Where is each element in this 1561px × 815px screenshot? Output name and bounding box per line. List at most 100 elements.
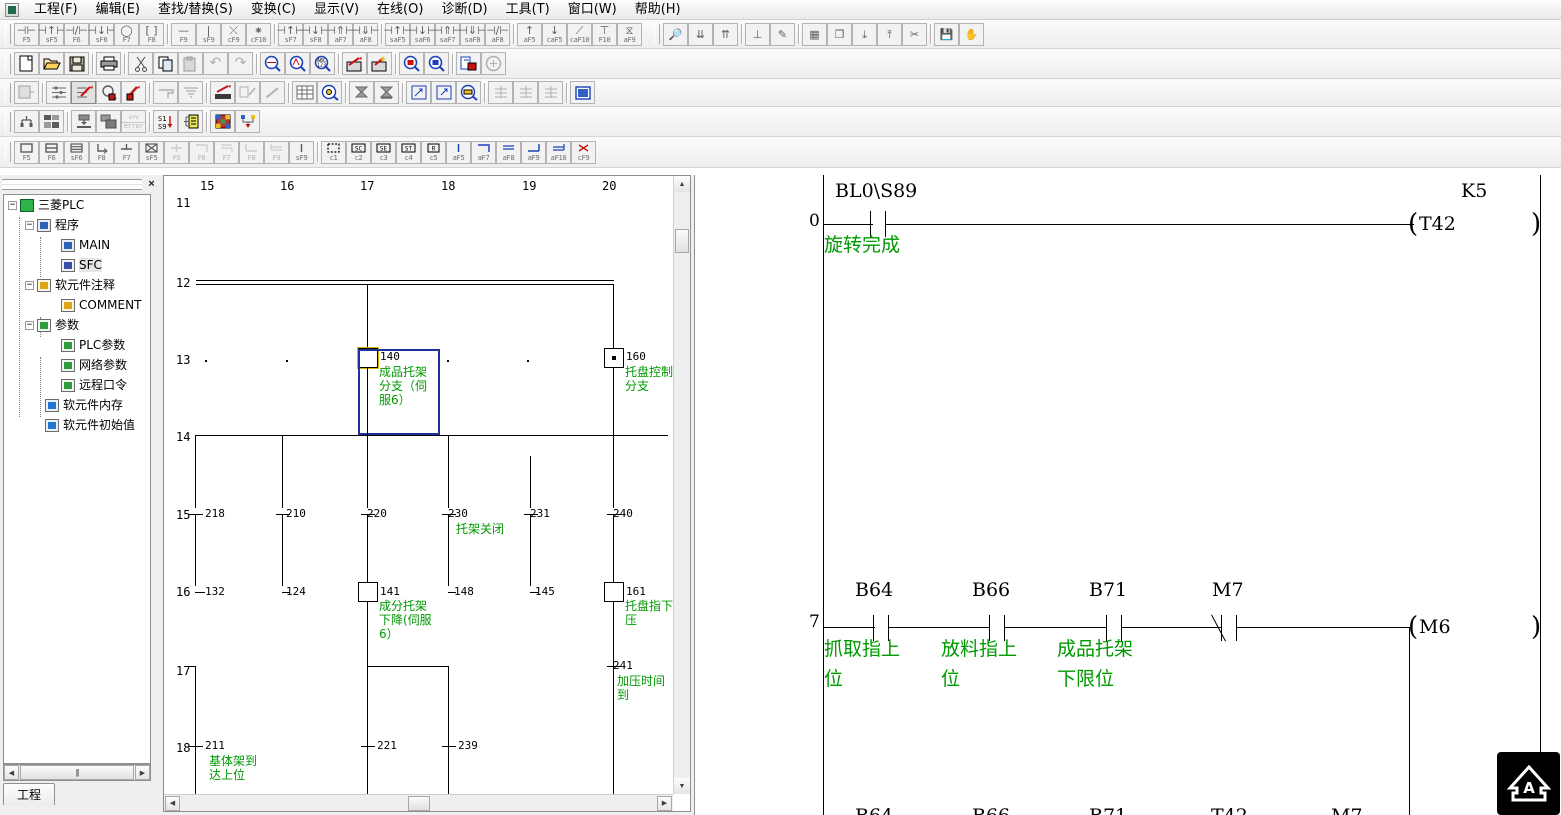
sfc-dummy-step-button[interactable]: sF6 [64,140,89,164]
sfc-step-box[interactable] [604,582,624,602]
convert-all-button[interactable] [367,52,392,75]
sfc-parallel-convergence-button[interactable]: F8 [239,140,264,164]
sfc-selective-convergence-button[interactable]: F6 [189,140,214,164]
scroll-thumb[interactable] [407,795,430,811]
tree-node-main[interactable]: MAIN [4,235,150,255]
merge-data-button[interactable] [481,52,506,75]
vertical-line-button[interactable]: | sF9 [196,22,221,46]
zoom-out-button[interactable] [399,52,424,75]
toolbar-grip[interactable] [5,24,11,44]
open-window-button[interactable] [431,81,456,104]
sort-mid-button[interactable] [513,81,538,104]
expander-icon[interactable]: − [25,320,34,330]
sfc-delete-line-button[interactable]: cF9 [571,140,596,164]
sfc-vscrollbar[interactable]: ▲ ▼ [673,176,690,794]
expander-icon[interactable]: − [25,280,34,290]
list-display-button[interactable] [178,81,203,104]
toolbar-grip[interactable] [5,142,11,162]
comment-display-button[interactable] [210,81,235,104]
expander-icon[interactable]: − [8,200,17,210]
toolbar-grip[interactable] [5,111,11,132]
sfc-vline-button[interactable]: aF5 [446,140,471,164]
contact-no-button[interactable]: ⊣⊢ F5 [14,22,39,46]
sort-down-button[interactable] [538,81,563,104]
sfc-canvas[interactable]: 15 16 17 18 19 20 11 12 13 14 15 16 17 1… [164,176,673,794]
menu-help[interactable]: 帮助(H) [626,0,690,19]
paste-button[interactable] [178,52,203,75]
menu-edit[interactable]: 编辑(E) [87,0,149,19]
scroll-up-arrow-icon[interactable]: ▲ [674,176,690,192]
tree-node-sfc[interactable]: SFC [4,255,150,275]
menu-view[interactable]: 显示(V) [305,0,368,19]
sfc-initial-step-button[interactable]: F6 [39,140,64,164]
close-icon[interactable]: × [145,178,158,191]
copy-button[interactable] [153,52,178,75]
redo-button[interactable]: ↷ [228,52,253,75]
sfc-parallel-divergence-button[interactable]: F7 [214,140,239,164]
scroll-right-arrow-icon[interactable]: ▶ [135,765,150,780]
expander-icon[interactable]: − [25,220,34,230]
write-to-plc-button[interactable]: ⤓ [852,22,877,46]
operation-result-invert-rise-button[interactable]: ⊣⇑⊢ saF7 [433,22,462,46]
hand-tool-button[interactable]: ✋ [959,22,984,46]
delete-horizontal-line-button[interactable]: ⤬ cF9 [221,22,246,46]
menu-convert[interactable]: 变换(C) [242,0,305,19]
expand-button[interactable] [374,81,399,104]
sfc-step-box[interactable] [604,348,624,368]
toolbar-grip[interactable] [654,24,660,44]
monitor-write-button[interactable] [121,81,146,104]
scroll-down-arrow-icon[interactable]: ▼ [674,778,690,794]
find-text-button[interactable]: ABC 123 [310,52,335,75]
open-project-button[interactable] [39,52,64,75]
menu-project[interactable]: 工程(F) [25,0,87,19]
new-project-button[interactable] [14,52,39,75]
tree-node-remote-password[interactable]: 远程口令 [4,375,150,395]
instruction-button[interactable]: [ ] F8 [139,22,164,46]
project-tree[interactable]: − 三菱PLC − 程序 MAIN SFC − 软元件注释 COMMENT − … [3,194,151,764]
sfc-error-button[interactable]: s+v error [121,110,146,133]
read-from-plc-button[interactable]: ⤒ [877,22,902,46]
zoom-in-button[interactable] [424,52,449,75]
tree-node-network-parameter[interactable]: 网络参数 [4,355,150,375]
contact-nc-pulse-button[interactable]: ⊣↓⊢ sF6 [87,22,116,46]
ladder-edit-button[interactable] [46,81,71,104]
project-tree-titlebar[interactable]: × [0,175,160,194]
sfc-selective-divergence-button[interactable]: F5 [164,140,189,164]
invert-operation-button[interactable]: ⟋ caF10 [567,22,592,46]
project-tree-hscrollbar[interactable]: ◀ ||| ▶ [3,764,151,781]
operation-result-invert-button[interactable]: ⊣∕⊢ aF8 [485,22,510,46]
cut-button[interactable] [128,52,153,75]
operation-result-invert-fall-button[interactable]: ⊣⇓⊢ saF8 [458,22,487,46]
scroll-left-arrow-icon[interactable]: ◀ [165,795,180,811]
menu-find-replace[interactable]: 查找/替换(S) [149,0,242,19]
sfc-jump-button[interactable]: F8 [89,140,114,164]
tree-node-program[interactable]: − 程序 [4,215,150,235]
contact-nc[interactable] [1211,614,1237,642]
pulse-rising-nc-button[interactable]: ⊣⇑⊢ aF7 [326,22,355,46]
sfc-line-button[interactable]: F9 [264,140,289,164]
scroll-left-arrow-icon[interactable]: ◀ [4,765,19,780]
sfc-end-step-button[interactable]: F7 [114,140,139,164]
tree-node-device-comment[interactable]: − 软元件注释 [4,275,150,295]
pulse-falling-nc-button[interactable]: ⊣⇓⊢ aF8 [351,22,380,46]
ladder-editor-panel[interactable]: 0 BL0\S89 旋转完成 K5 ( T42 ) 7 B64 B66 B71 … [694,175,1561,815]
app-window-icon[interactable] [5,2,19,17]
menu-online[interactable]: 在线(O) [368,0,432,19]
sfc-corner2-button[interactable]: aF9 [521,140,546,164]
undo-button[interactable]: ↶ [203,52,228,75]
tree-node-device-memory[interactable]: 软元件内存 [4,395,150,415]
program-write-button[interactable] [14,81,39,104]
rising-pulse-branch-button[interactable]: ↑ aF5 [517,22,542,46]
contact-nc-button[interactable]: ⊣∕⊢ F6 [64,22,89,46]
tree-node-plc-parameter[interactable]: PLC参数 [4,335,150,355]
toolbar-grip[interactable] [5,82,11,103]
scroll-thumb[interactable] [675,229,689,253]
zoom-window-button[interactable] [406,81,431,104]
coil-button[interactable]: ◯ F7 [114,22,139,46]
sfc-se-button[interactable]: SE c3 [371,140,396,164]
find-device-button[interactable] [260,52,285,75]
toolbar-grip[interactable] [5,53,11,74]
pulse-falling-contact-button[interactable]: ⊣↓⊢ sF8 [301,22,330,46]
tree-drag-bars[interactable] [2,179,142,190]
sfc-transfer-button[interactable] [71,110,96,133]
